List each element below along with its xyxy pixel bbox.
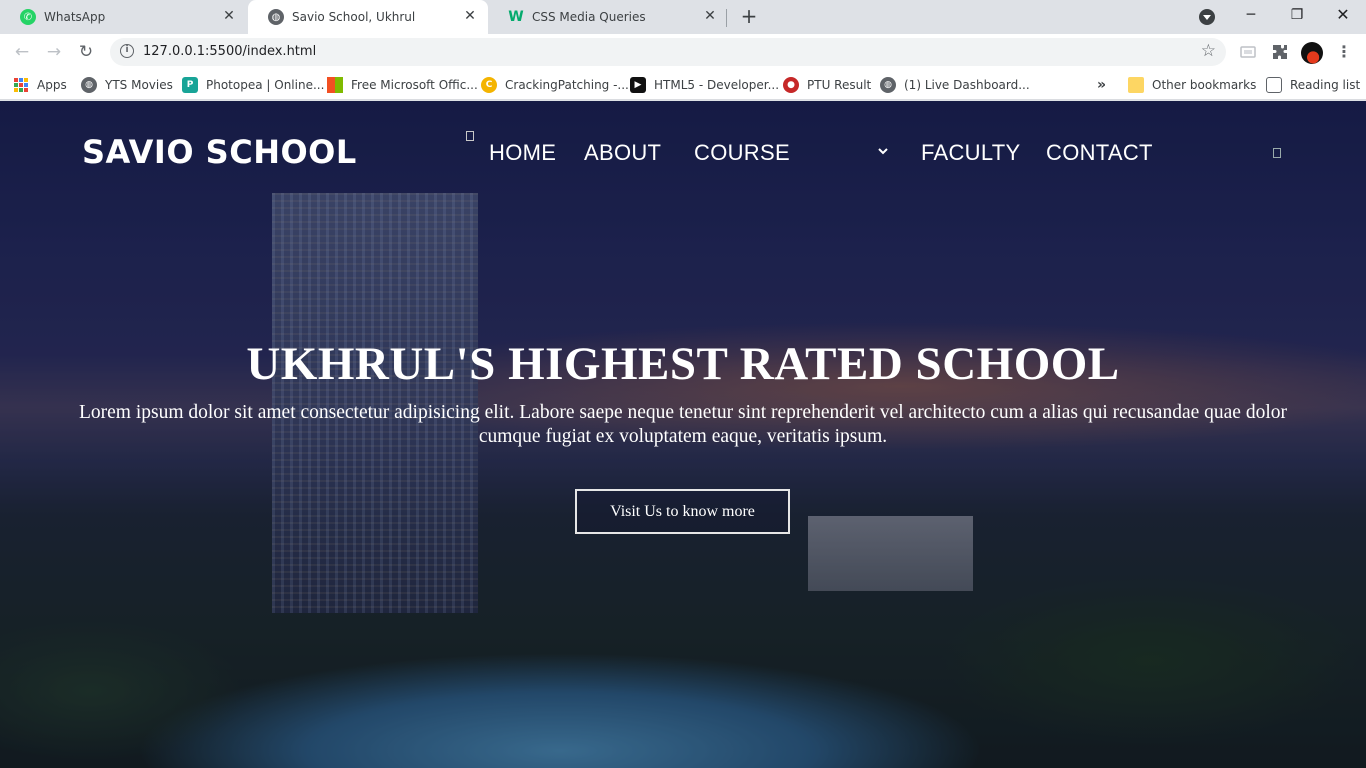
restore-button[interactable]: ❐ <box>1274 2 1320 30</box>
reload-button[interactable]: ↻ <box>74 40 98 64</box>
html5-icon: ▶ <box>630 77 646 93</box>
url-text[interactable]: 127.0.0.1:5500/index.html <box>143 44 316 59</box>
visit-us-button[interactable]: Visit Us to know more <box>575 489 790 534</box>
close-tab-icon[interactable]: ✕ <box>221 8 237 24</box>
tab-title: Savio School, Ukhrul <box>292 10 416 24</box>
crackingpatching-icon: C <box>481 77 497 93</box>
globe-icon: ◍ <box>880 77 896 93</box>
reading-list-icon <box>1266 77 1282 93</box>
nav-faculty[interactable]: FACULTY <box>921 140 1021 166</box>
nav-home[interactable]: HOME <box>489 140 556 166</box>
bookmark-apps[interactable]: Apps <box>14 76 67 94</box>
site-logo[interactable]: SAVIO SCHOOL <box>82 133 357 171</box>
tab-title: CSS Media Queries <box>532 10 646 24</box>
bookmarks-bar: Apps ◍ YTS Movies P Photopea | Online...… <box>0 70 1366 100</box>
extension-icon[interactable] <box>1240 44 1256 60</box>
site-info-icon[interactable]: i <box>120 44 134 58</box>
browser-window: ✆ WhatsApp ✕ ◍ Savio School, Ukhrul ✕ W … <box>0 0 1366 768</box>
bookmark-label: (1) Live Dashboard... <box>904 78 1030 92</box>
w3schools-icon: W <box>508 9 524 25</box>
tab-savio-school[interactable]: ◍ Savio School, Ukhrul ✕ <box>248 0 488 34</box>
bookmarks-overflow-button[interactable]: » <box>1097 76 1106 94</box>
bookmark-microsoft-office[interactable]: Free Microsoft Offic... <box>327 76 478 94</box>
bookmark-label: YTS Movies <box>105 78 173 92</box>
apps-grid-icon <box>14 78 28 92</box>
bookmark-crackingpatching[interactable]: C CrackingPatching -... <box>481 76 629 94</box>
extensions-puzzle-icon[interactable] <box>1272 44 1288 60</box>
forward-button[interactable]: → <box>42 40 66 64</box>
search-icon[interactable] <box>1273 148 1281 158</box>
tab-separator <box>726 9 727 27</box>
folder-icon <box>1128 77 1144 93</box>
bookmark-label: HTML5 - Developer... <box>654 78 780 92</box>
whatsapp-icon: ✆ <box>20 9 36 25</box>
address-bar[interactable]: i 127.0.0.1:5500/index.html ☆ <box>110 38 1226 66</box>
nav-about[interactable]: ABOUT <box>584 140 661 166</box>
bookmark-label: Apps <box>37 78 67 92</box>
bookmark-label: Other bookmarks <box>1152 78 1257 92</box>
bookmark-live-dashboard[interactable]: ◍ (1) Live Dashboard... <box>880 76 1030 94</box>
new-tab-button[interactable]: + <box>737 5 761 29</box>
bookmark-other-bookmarks[interactable]: Other bookmarks <box>1128 76 1256 94</box>
tab-css-media-queries[interactable]: W CSS Media Queries ✕ <box>488 0 728 34</box>
profile-avatar[interactable] <box>1301 42 1323 64</box>
menu-toggle-icon[interactable] <box>466 131 474 141</box>
close-tab-icon[interactable]: ✕ <box>702 8 718 24</box>
close-tab-icon[interactable]: ✕ <box>462 8 478 24</box>
menu-kebab-icon[interactable]: ⋮ <box>1336 42 1352 62</box>
microsoft-icon <box>327 77 343 93</box>
bookmark-label: Free Microsoft Offic... <box>351 78 478 92</box>
bookmark-html5-developer[interactable]: ▶ HTML5 - Developer... <box>630 76 779 94</box>
browser-toolbar: ← → ↻ i 127.0.0.1:5500/index.html ☆ ⋮ <box>0 34 1366 70</box>
photopea-icon: P <box>182 77 198 93</box>
reading-list-button[interactable]: Reading list <box>1266 76 1360 94</box>
bookmark-ptu-result[interactable]: ● PTU Result <box>783 76 871 94</box>
bookmark-label: CrackingPatching -... <box>505 78 629 92</box>
chevron-down-icon[interactable] <box>877 145 889 157</box>
tab-strip: ✆ WhatsApp ✕ ◍ Savio School, Ukhrul ✕ W … <box>0 0 1366 34</box>
hero-subtext: Lorem ipsum dolor sit amet consectetur a… <box>78 402 1287 447</box>
nav-course[interactable]: COURSE <box>694 140 790 166</box>
hero-headline: UKHRUL'S HIGHEST RATED SCHOOL <box>246 338 1120 390</box>
back-button[interactable]: ← <box>10 40 34 64</box>
globe-icon: ◍ <box>268 9 284 25</box>
bookmark-star-icon[interactable]: ☆ <box>1201 41 1216 61</box>
tab-search-icon[interactable] <box>1199 9 1215 25</box>
bookmark-label: PTU Result <box>807 78 872 92</box>
tab-title: WhatsApp <box>44 10 106 24</box>
nav-contact[interactable]: CONTACT <box>1046 140 1153 166</box>
close-window-button[interactable]: ✕ <box>1320 2 1366 30</box>
ptu-icon: ● <box>783 77 799 93</box>
site-navbar: SAVIO SCHOOL HOME ABOUT COURSE FACULTY C… <box>0 101 1366 206</box>
bookmark-yts-movies[interactable]: ◍ YTS Movies <box>81 76 173 94</box>
bookmark-photopea[interactable]: P Photopea | Online... <box>182 76 324 94</box>
tab-whatsapp[interactable]: ✆ WhatsApp ✕ <box>0 0 247 34</box>
bookmark-label: Photopea | Online... <box>206 78 325 92</box>
reading-list-label: Reading list <box>1290 78 1361 92</box>
page-viewport: SAVIO SCHOOL HOME ABOUT COURSE FACULTY C… <box>0 101 1366 768</box>
globe-icon: ◍ <box>81 77 97 93</box>
minimize-button[interactable]: ─ <box>1228 2 1274 30</box>
